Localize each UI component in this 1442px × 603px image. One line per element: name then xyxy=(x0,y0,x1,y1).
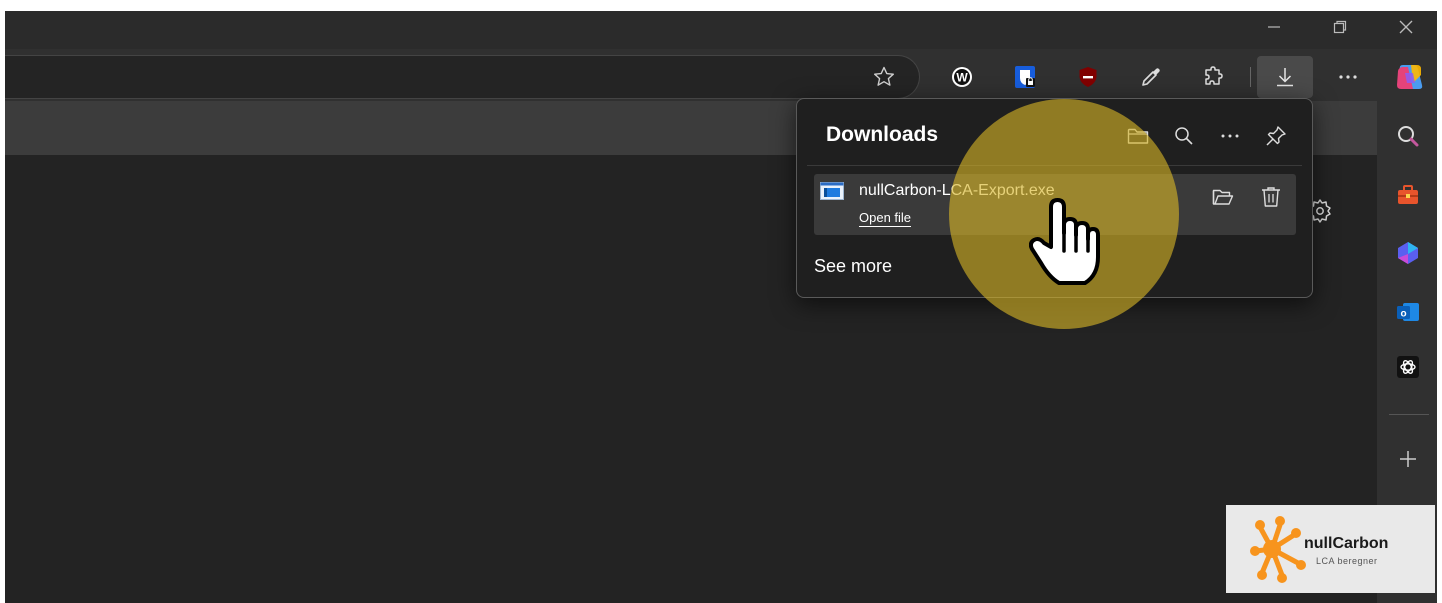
delete-download-button[interactable] xyxy=(1254,180,1288,214)
downloads-icon xyxy=(1277,68,1293,87)
close-button[interactable] xyxy=(1383,11,1429,43)
svg-text:o: o xyxy=(1400,309,1406,320)
sidebar-outlook-button[interactable]: o xyxy=(1390,294,1426,330)
sidebar-chatgpt-button[interactable] xyxy=(1390,349,1426,385)
open-file-link[interactable]: Open file xyxy=(859,210,912,227)
ublock-button[interactable] xyxy=(1068,57,1108,97)
open-downloads-folder-button[interactable] xyxy=(1121,119,1155,153)
show-in-folder-button[interactable] xyxy=(1206,180,1240,214)
address-bar[interactable] xyxy=(5,55,920,99)
more-icon xyxy=(1339,75,1357,79)
w-extension-icon: W xyxy=(952,67,972,87)
sidebar-copilot-button[interactable] xyxy=(1390,235,1426,271)
chatgpt-icon xyxy=(1397,356,1419,378)
ublock-icon xyxy=(1079,67,1097,87)
extensions-button[interactable] xyxy=(1194,57,1234,97)
sidebar-search-button[interactable] xyxy=(1390,118,1426,154)
minimize-icon xyxy=(1268,26,1280,28)
nullcarbon-logo-mark xyxy=(1250,516,1306,583)
sidebar-add-button[interactable] xyxy=(1390,441,1426,477)
title-bar xyxy=(5,11,1437,49)
open-folder-icon xyxy=(1212,189,1234,205)
copilot-icon xyxy=(1397,65,1423,89)
svg-text:W: W xyxy=(956,71,968,85)
restore-icon xyxy=(1333,20,1347,34)
more-icon xyxy=(1221,134,1239,138)
exe-file-icon xyxy=(820,182,844,205)
toolbar-divider xyxy=(1250,67,1251,87)
address-input[interactable] xyxy=(11,64,855,92)
copilot-button[interactable] xyxy=(1389,57,1429,97)
sidebar-tools-button[interactable] xyxy=(1390,177,1426,213)
extensions-icon xyxy=(1205,66,1223,85)
browser-window: W o Downloads nullCarbon-LCA-Export.exe … xyxy=(5,11,1437,603)
search-icon xyxy=(1398,126,1419,147)
outlook-icon: o xyxy=(1397,303,1419,321)
minimize-button[interactable] xyxy=(1251,11,1297,43)
open-folder-icon xyxy=(1127,128,1149,144)
toolbox-icon xyxy=(1398,185,1418,204)
restore-button[interactable] xyxy=(1317,11,1363,43)
trash-icon xyxy=(1262,187,1280,207)
logo-name: nullCarbon xyxy=(1304,535,1389,552)
w-extension-button[interactable]: W xyxy=(942,57,982,97)
more-button[interactable] xyxy=(1328,57,1368,97)
hand-cursor-icon xyxy=(1028,195,1101,296)
eyedropper-icon xyxy=(1142,68,1160,86)
downloads-divider xyxy=(807,165,1302,166)
star-icon xyxy=(874,66,894,86)
nullcarbon-logo: nullCarbon LCA beregner xyxy=(1226,505,1435,593)
eyedropper-button[interactable] xyxy=(1131,57,1171,97)
search-downloads-button[interactable] xyxy=(1167,119,1201,153)
logo-tagline: LCA beregner xyxy=(1316,556,1378,566)
search-icon xyxy=(1175,127,1193,145)
bitwarden-button[interactable] xyxy=(1005,57,1045,97)
favorite-button[interactable] xyxy=(864,57,904,97)
download-file-name[interactable]: nullCarbon-LCA-Export.exe xyxy=(859,182,1055,200)
bitwarden-icon xyxy=(1015,66,1035,88)
downloads-more-button[interactable] xyxy=(1213,119,1247,153)
add-icon xyxy=(1400,451,1416,467)
copilot-icon xyxy=(1398,242,1418,264)
pin-icon xyxy=(1266,126,1286,146)
see-more-link[interactable]: See more xyxy=(814,256,892,277)
downloads-button[interactable] xyxy=(1257,56,1313,98)
sidebar-divider xyxy=(1389,414,1429,415)
downloads-title: Downloads xyxy=(826,123,939,146)
pin-downloads-button[interactable] xyxy=(1259,119,1293,153)
close-icon xyxy=(1399,20,1413,34)
